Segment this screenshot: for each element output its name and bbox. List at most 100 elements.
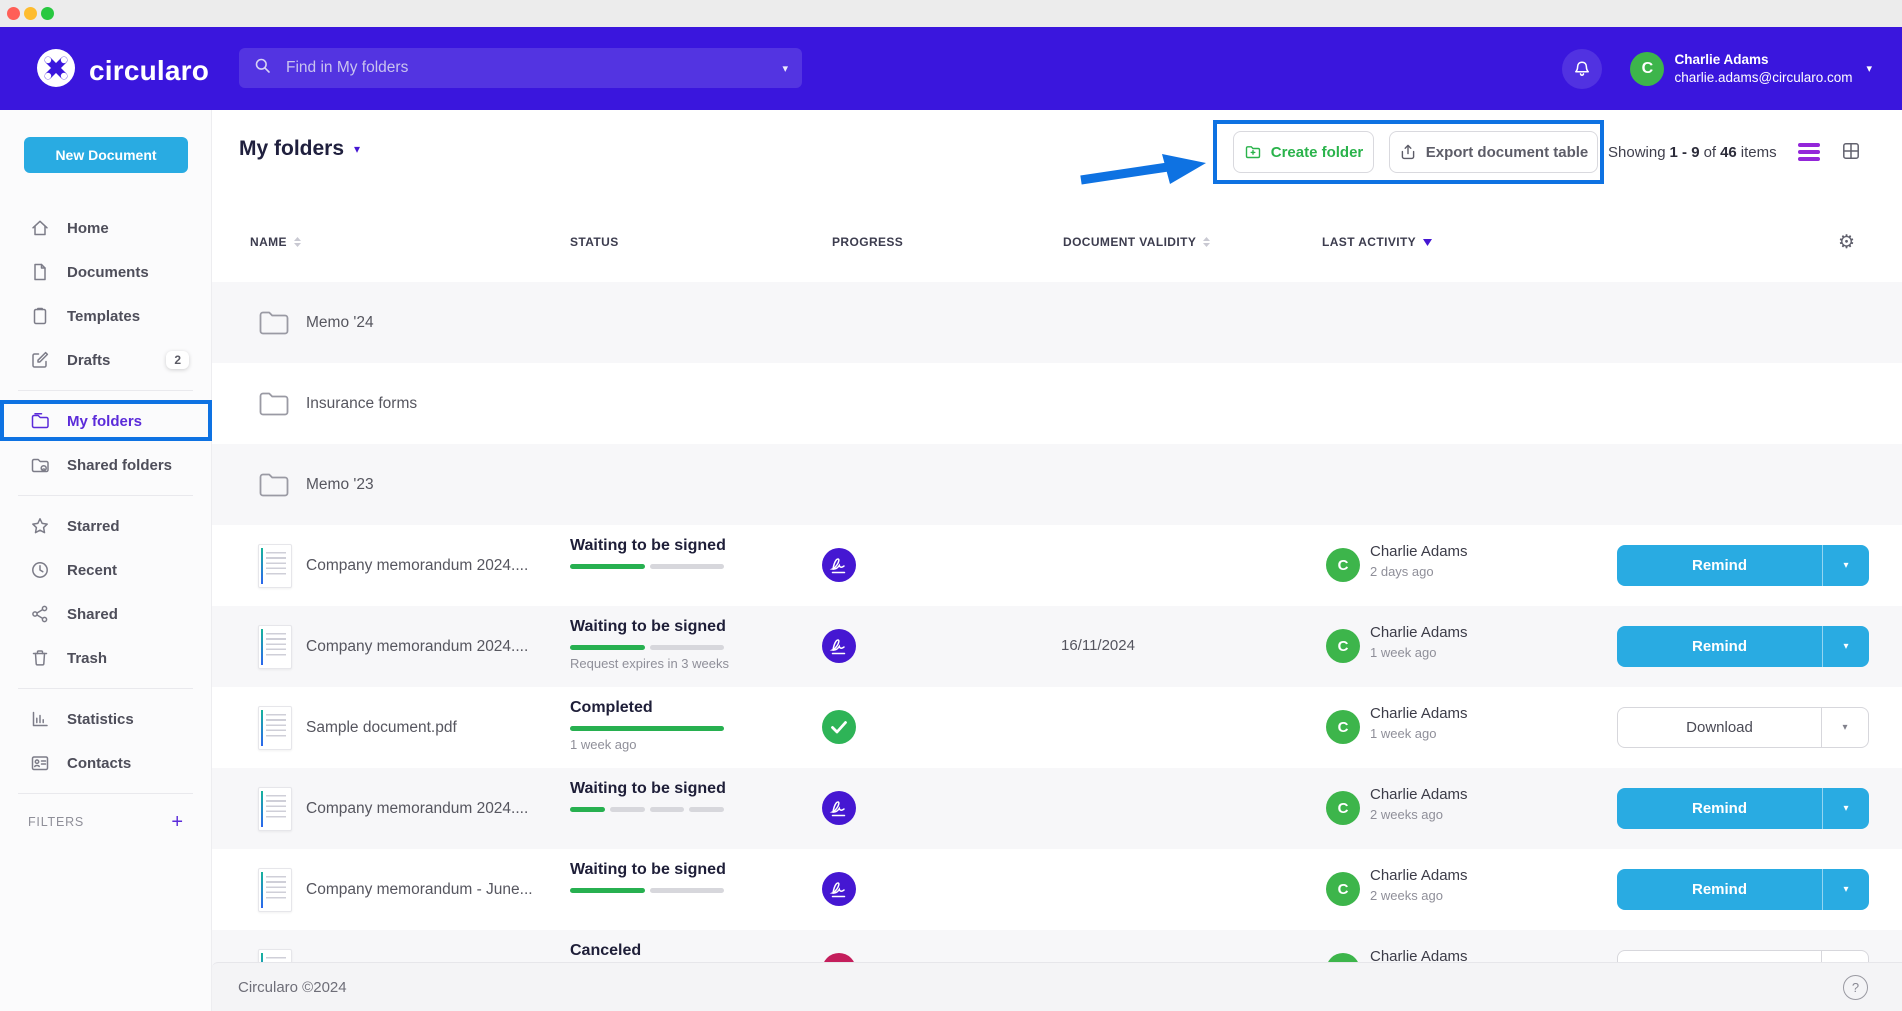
document-thumbnail-icon [258, 787, 292, 831]
brand-home-link[interactable]: circularo [36, 48, 209, 93]
document-name[interactable]: Company memorandum 2024.... [306, 525, 528, 606]
column-header-progress[interactable]: PROGRESS [832, 227, 903, 257]
sidebar-item-label: Statistics [67, 711, 134, 728]
table-settings-gear-icon[interactable]: ⚙ [1838, 227, 1855, 257]
contacts-icon [30, 753, 50, 773]
create-folder-button[interactable]: Create folder [1233, 131, 1374, 173]
action-caret-icon[interactable]: ▾ [1822, 626, 1869, 667]
sidebar-item-label: Home [67, 220, 109, 237]
folder-icon [258, 310, 290, 336]
activity-avatar: C [1326, 791, 1360, 825]
download-button[interactable]: Download▾ [1617, 707, 1869, 748]
document-name[interactable]: Sample document.pdf [306, 687, 457, 768]
new-document-button[interactable]: New Document [24, 137, 188, 173]
user-menu-caret-icon: ▾ [1866, 62, 1872, 75]
star-icon [30, 516, 50, 536]
table-row[interactable]: Company memorandum 2024....Waiting to be… [212, 606, 1902, 687]
remind-button[interactable]: Remind▾ [1617, 788, 1869, 829]
sidebar-item-statistics[interactable]: Statistics [0, 697, 211, 741]
folder-name[interactable]: Insurance forms [306, 363, 417, 444]
drafts-icon [30, 350, 50, 370]
activity-user-name: Charlie Adams [1370, 867, 1468, 884]
sort-icon [1202, 236, 1211, 248]
table-row[interactable]: Company memorandum 2024.... Waiting to be… [212, 525, 1902, 606]
column-header-name[interactable]: NAME [250, 227, 302, 257]
brand-wordmark: circularo [89, 55, 209, 87]
sidebar-item-contacts[interactable]: Contacts [0, 741, 211, 785]
signature-icon [822, 791, 856, 825]
document-name[interactable]: Company memorandum 2024.... [306, 768, 528, 849]
signature-badge [822, 872, 856, 906]
activity-avatar: C [1326, 548, 1360, 582]
status-text: Waiting to be signed [570, 861, 726, 879]
search-input[interactable] [284, 58, 771, 78]
table-row[interactable]: Company memorandum - June... Waiting to b… [212, 849, 1902, 930]
sidebar-divider [18, 390, 193, 391]
export-document-table-button[interactable]: Export document table [1389, 131, 1598, 173]
status-text: Waiting to be signed [570, 780, 726, 798]
sidebar-item-label: Starred [67, 518, 120, 535]
document-thumbnail-icon [258, 706, 292, 750]
page-title: My folders [239, 137, 344, 161]
help-button[interactable]: ? [1843, 975, 1868, 1000]
progress-bar [570, 807, 724, 812]
window-minimize-button[interactable] [24, 7, 37, 20]
document-name[interactable]: Company memorandum - June... [306, 849, 533, 930]
global-search[interactable]: ▾ [239, 48, 802, 88]
progress-bar [570, 564, 724, 569]
sort-icon [293, 236, 302, 248]
table-row[interactable]: Memo '23 [212, 444, 1902, 525]
sidebar-item-recent[interactable]: Recent [0, 548, 211, 592]
sidebar-item-starred[interactable]: Starred [0, 504, 211, 548]
column-header-last-activity[interactable]: LAST ACTIVITY [1322, 227, 1433, 257]
action-caret-icon[interactable]: ▾ [1822, 545, 1869, 586]
table-row[interactable]: Insurance forms [212, 363, 1902, 444]
check-badge [822, 710, 856, 744]
window-close-button[interactable] [7, 7, 20, 20]
remind-button[interactable]: Remind▾ [1617, 626, 1869, 667]
folder-switch-caret-icon[interactable]: ▾ [354, 142, 360, 156]
column-header-document-validity[interactable]: DOCUMENT VALIDITY [1063, 227, 1211, 257]
folder-name[interactable]: Memo '24 [306, 282, 374, 363]
sidebar-item-drafts[interactable]: Drafts2 [0, 338, 211, 382]
sidebar: New Document Home DocumentsTemplatesDraft… [0, 110, 212, 1011]
window-zoom-button[interactable] [41, 7, 54, 20]
table-row[interactable]: Sample document.pdfCompleted1 week agoCC… [212, 687, 1902, 768]
filters-section: FILTERS+ [0, 802, 211, 842]
progress-bar [570, 726, 724, 731]
action-caret-icon[interactable]: ▾ [1822, 788, 1869, 829]
action-caret-icon[interactable]: ▾ [1821, 708, 1868, 747]
sidebar-divider [18, 688, 193, 689]
signature-badge [822, 791, 856, 825]
sidebar-item-my-folders[interactable]: My folders [0, 399, 211, 443]
remind-button[interactable]: Remind▾ [1617, 869, 1869, 910]
status-text: Canceled [570, 942, 641, 960]
sidebar-item-templates[interactable]: Templates [0, 294, 211, 338]
grid-view-button[interactable] [1841, 141, 1861, 166]
status-text: Waiting to be signed [570, 537, 726, 555]
action-caret-icon[interactable]: ▾ [1822, 869, 1869, 910]
sidebar-item-documents[interactable]: Documents [0, 250, 211, 294]
bell-icon [1572, 59, 1592, 79]
document-name[interactable]: Company memorandum 2024.... [306, 606, 528, 687]
folder-icon [30, 411, 50, 431]
sidebar-item-home[interactable]: Home [0, 206, 211, 250]
search-scope-caret-icon[interactable]: ▾ [782, 62, 788, 75]
notifications-button[interactable] [1562, 49, 1602, 89]
sidebar-item-trash[interactable]: Trash [0, 636, 211, 680]
user-menu[interactable]: C Charlie Adams charlie.adams@circularo.… [1630, 51, 1872, 86]
circularo-logo-icon [36, 48, 76, 93]
column-header-status[interactable]: STATUS [570, 227, 619, 257]
folder-name[interactable]: Memo '23 [306, 444, 374, 525]
list-view-button[interactable] [1798, 143, 1820, 164]
sidebar-item-shared-folders[interactable]: Shared folders [0, 443, 211, 487]
table-row[interactable]: Memo '24 [212, 282, 1902, 363]
document-thumbnail-icon [258, 544, 292, 588]
remind-button[interactable]: Remind▾ [1617, 545, 1869, 586]
table-row[interactable]: Company memorandum 2024.... Waiting to be… [212, 768, 1902, 849]
signature-badge [822, 629, 856, 663]
document-table: Memo '24Insurance formsMemo '23Company m… [212, 282, 1902, 1011]
sidebar-item-shared[interactable]: Shared [0, 592, 211, 636]
add-filter-button[interactable]: + [171, 811, 183, 834]
sidebar-divider [18, 495, 193, 496]
